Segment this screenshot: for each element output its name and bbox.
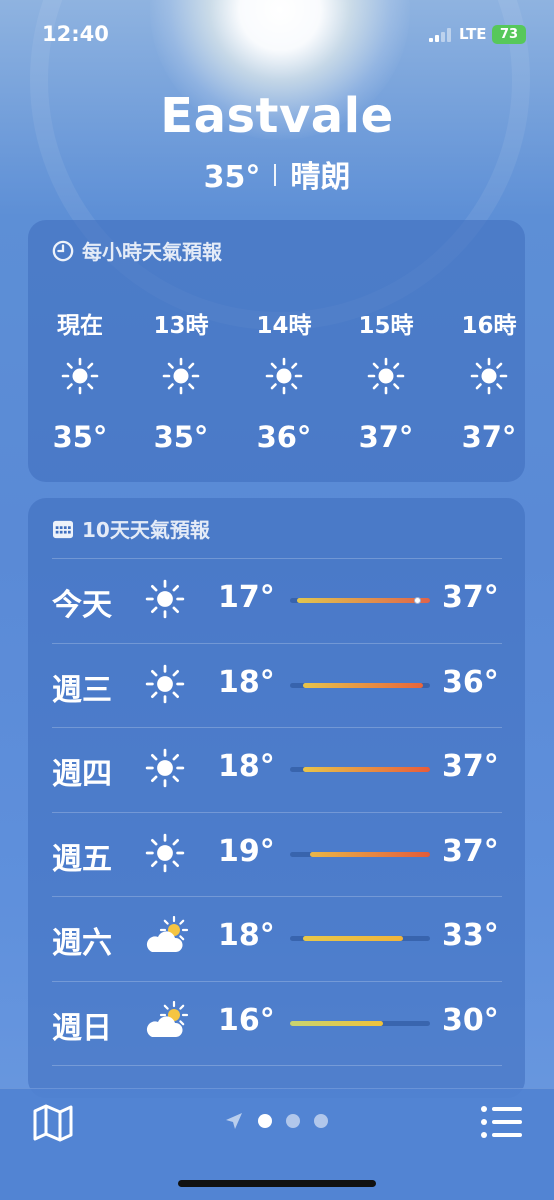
low-temperature: 18° [218, 749, 275, 784]
clock-icon [52, 240, 74, 261]
page-dot-1[interactable] [258, 1114, 272, 1128]
high-temperature: 36° [442, 664, 499, 700]
sun-icon [162, 357, 200, 395]
temperature-range-bar [290, 767, 430, 772]
sun-icon [145, 579, 185, 619]
status-time: 12:40 [42, 22, 109, 46]
daily-row[interactable]: 週四 18° 37° [28, 727, 525, 811]
daily-row[interactable]: 今天 17° 37° [28, 558, 525, 642]
daily-row[interactable]: 週日 16° 30° [28, 981, 525, 1065]
temperature-range-fill [310, 851, 430, 857]
hourly-forecast-title: 每小時天氣預報 [82, 240, 222, 264]
low-temperature: 18° [218, 664, 275, 700]
daily-row[interactable]: 週六 18° 33° [28, 896, 525, 980]
city-name: Eastvale [160, 88, 394, 144]
hourly-temperature: 35° [52, 420, 108, 454]
hourly-forecast-card[interactable]: 每小時天氣預報 現在 35° 13時 35° 14時 36° 15時 37° 16時 37° [28, 220, 525, 482]
low-temperature: 18° [218, 918, 275, 953]
summary-separator [274, 164, 277, 186]
partly-cloudy-icon [146, 915, 189, 952]
temperature-range-fill [303, 767, 430, 772]
hourly-time: 14時 [256, 313, 312, 339]
row-divider [52, 1065, 502, 1066]
temperature-range-bar [290, 597, 430, 604]
sun-icon [145, 833, 185, 872]
network-label: LTE [459, 25, 487, 43]
hourly-time: 16時 [461, 313, 517, 339]
hourly-time: 13時 [153, 313, 209, 339]
sun-icon [61, 357, 99, 395]
low-temperature: 17° [218, 580, 275, 615]
hourly-temperature: 37° [461, 420, 517, 454]
day-name: 週三 [52, 672, 112, 708]
low-temperature: 19° [218, 833, 275, 869]
current-temperature-marker [413, 597, 421, 604]
page-dot-2[interactable] [286, 1114, 300, 1128]
status-bar: 12:40 LTE 73 [0, 0, 554, 70]
daily-forecast-card[interactable]: 10天天氣預報 今天 17° 37° 週三 18° 36° 週四 18° 37° 週五 19° 37°… [28, 498, 525, 1098]
day-name: 週五 [52, 841, 112, 877]
temperature-range-fill [303, 682, 424, 688]
day-name: 週六 [52, 926, 112, 961]
temperature-range-bar [290, 682, 430, 688]
day-name: 今天 [52, 588, 112, 623]
temperature-range-bar [290, 851, 430, 857]
sun-icon [470, 357, 508, 395]
current-condition: 晴朗 [290, 160, 351, 195]
high-temperature: 30° [442, 1002, 499, 1038]
high-temperature: 37° [442, 580, 499, 615]
sun-icon [265, 357, 303, 395]
high-temperature: 33° [442, 918, 499, 953]
hourly-time: 15時 [358, 313, 414, 339]
battery-icon: 73 [492, 25, 526, 44]
daily-forecast-title: 10天天氣預報 [82, 518, 210, 542]
home-indicator[interactable] [178, 1180, 376, 1187]
location-arrow-icon [226, 1113, 242, 1129]
daily-row[interactable]: 週三 18° 36° [28, 643, 525, 727]
temperature-range-fill [290, 1020, 384, 1026]
map-icon[interactable] [32, 1103, 74, 1143]
high-temperature: 37° [442, 749, 499, 784]
hourly-item: 14時 36° [239, 306, 329, 454]
calendar-icon [53, 520, 73, 538]
page-dot-3[interactable] [314, 1114, 328, 1128]
current-summary: 35° 晴朗 [0, 152, 554, 196]
hourly-item: 15時 37° [341, 306, 431, 454]
temperature-range-bar [290, 936, 430, 941]
hourly-item: 13時 35° [136, 306, 226, 454]
hourly-item: 16時 37° [444, 306, 534, 454]
signal-icon [429, 28, 453, 42]
temperature-range-bar [290, 1020, 430, 1026]
day-name: 週四 [52, 757, 112, 792]
sun-icon [145, 664, 185, 703]
page-indicator[interactable] [224, 1111, 328, 1131]
temperature-range-fill [296, 598, 430, 603]
hourly-time: 現在 [57, 313, 103, 339]
partly-cloudy-icon [146, 1000, 189, 1037]
daily-forecast-header: 10天天氣預報 [52, 514, 210, 543]
list-icon[interactable] [480, 1105, 522, 1139]
hourly-temperature: 36° [256, 420, 312, 454]
sun-icon [367, 357, 405, 395]
day-name: 週日 [52, 1010, 112, 1046]
sun-icon [145, 748, 185, 788]
hourly-temperature: 35° [153, 420, 209, 454]
current-temperature: 35° [203, 160, 261, 195]
low-temperature: 16° [218, 1002, 275, 1038]
high-temperature: 37° [442, 833, 499, 869]
temperature-range-fill [303, 936, 404, 941]
hourly-forecast-header: 每小時天氣預報 [52, 236, 222, 265]
hourly-temperature: 37° [358, 420, 414, 454]
daily-row[interactable]: 週五 19° 37° [28, 812, 525, 896]
hourly-item: 現在 35° [35, 306, 125, 454]
